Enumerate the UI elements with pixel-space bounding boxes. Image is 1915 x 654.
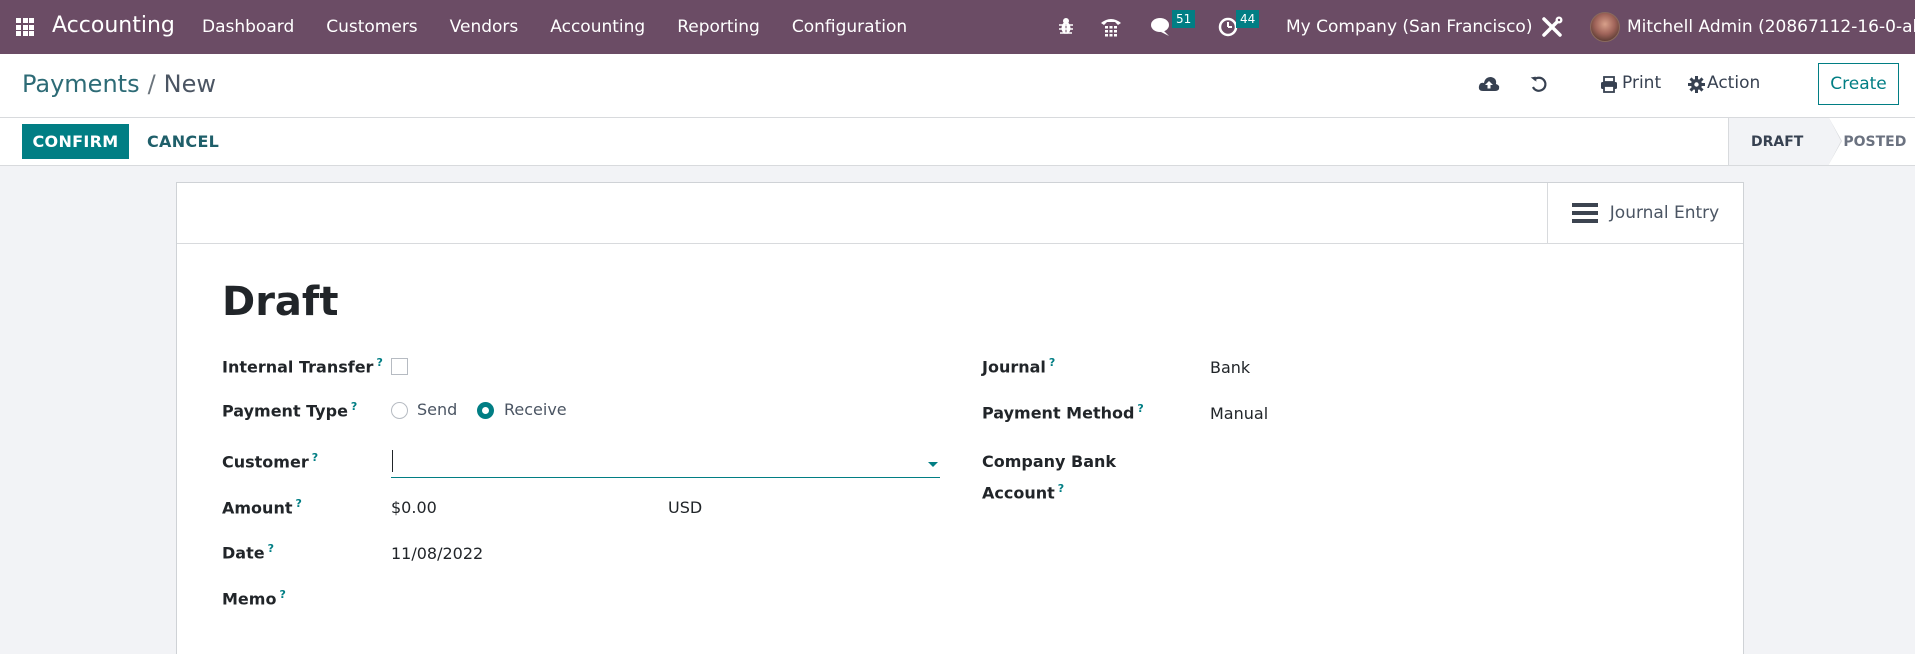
menu-accounting[interactable]: Accounting [550, 17, 645, 37]
action-button[interactable]: Action [1707, 73, 1760, 93]
confirm-button[interactable]: CONFIRM [22, 124, 129, 159]
top-navbar: Accounting Dashboard Customers Vendors A… [0, 0, 1915, 54]
control-panel-divider [0, 117, 1915, 118]
help-icon[interactable]: ? [1058, 482, 1064, 495]
help-icon[interactable]: ? [376, 356, 382, 369]
payment-type-send-radio[interactable] [391, 402, 408, 419]
breadcrumb-current: New [163, 70, 217, 98]
user-menu[interactable]: Mitchell Admin (20867112-16-0-all) [1627, 17, 1915, 37]
activities-badge: 44 [1236, 10, 1260, 28]
menu-configuration[interactable]: Configuration [792, 17, 907, 37]
customer-input[interactable] [391, 448, 940, 478]
create-button[interactable]: Create [1818, 63, 1899, 105]
bug-icon[interactable] [1058, 17, 1074, 35]
help-icon[interactable]: ? [351, 400, 357, 413]
gear-icon[interactable] [1688, 76, 1705, 93]
help-icon[interactable]: ? [1049, 356, 1055, 369]
date-field[interactable]: 11/08/2022 [391, 544, 483, 563]
menu-vendors[interactable]: Vendors [450, 17, 519, 37]
user-avatar[interactable] [1590, 12, 1620, 42]
undo-icon[interactable] [1530, 75, 1548, 93]
chevron-down-icon[interactable] [928, 462, 938, 467]
help-icon[interactable]: ? [295, 497, 301, 510]
company-switcher[interactable]: My Company (San Francisco) [1286, 17, 1532, 37]
help-icon[interactable]: ? [1137, 402, 1143, 415]
app-name[interactable]: Accounting [52, 13, 175, 38]
payment-method-field[interactable]: Manual [1210, 404, 1268, 423]
amount-label: Amount? [222, 497, 302, 518]
status-draft[interactable]: DRAFT [1728, 118, 1843, 165]
print-icon[interactable] [1600, 76, 1618, 93]
internal-transfer-label: Internal Transfer? [222, 356, 383, 377]
status-posted-label: POSTED [1843, 133, 1907, 150]
messages-badge: 51 [1172, 10, 1196, 28]
customer-label: Customer? [222, 451, 319, 472]
payment-type-receive-radio[interactable] [477, 402, 494, 419]
chat-icon[interactable] [1150, 17, 1172, 37]
menu-dashboard[interactable]: Dashboard [202, 17, 294, 37]
currency-field[interactable]: USD [668, 498, 702, 517]
bars-icon [1571, 203, 1598, 223]
help-icon[interactable]: ? [279, 588, 285, 601]
help-icon[interactable]: ? [268, 542, 274, 555]
payment-type-receive-label[interactable]: Receive [504, 400, 567, 419]
payment-method-label: Payment Method? [982, 402, 1144, 423]
payment-type-send-label[interactable]: Send [417, 400, 457, 419]
help-icon[interactable]: ? [312, 451, 318, 464]
journal-entry-label: Journal Entry [1609, 203, 1720, 223]
menu-reporting[interactable]: Reporting [677, 17, 760, 37]
amount-field[interactable]: $0.00 [391, 498, 437, 517]
payment-type-label: Payment Type? [222, 400, 358, 421]
internal-transfer-checkbox[interactable] [391, 358, 408, 375]
apps-grid-icon[interactable] [16, 18, 34, 36]
phone-icon[interactable] [1100, 15, 1122, 37]
main-menu: Dashboard Customers Vendors Accounting R… [202, 17, 939, 37]
print-button[interactable]: Print [1622, 73, 1661, 93]
clock-icon[interactable] [1218, 17, 1238, 37]
company-bank-account-label: Company Bank Account? [982, 452, 1117, 503]
journal-label: Journal? [982, 356, 1056, 377]
memo-label: Memo? [222, 588, 286, 609]
cancel-button[interactable]: CANCEL [147, 124, 219, 159]
text-cursor [392, 450, 393, 472]
smart-button-box: Journal Entry [177, 183, 1743, 244]
menu-customers[interactable]: Customers [326, 17, 417, 37]
breadcrumb: Payments / New [22, 70, 216, 98]
cloud-upload-icon[interactable] [1478, 76, 1500, 92]
status-bar: DRAFT POSTED [1728, 118, 1915, 165]
breadcrumb-separator: / [147, 70, 156, 98]
record-title: Draft [222, 279, 339, 325]
journal-entry-button[interactable]: Journal Entry [1547, 183, 1743, 243]
tools-icon[interactable] [1540, 15, 1564, 39]
status-draft-label: DRAFT [1751, 133, 1804, 150]
date-label: Date? [222, 542, 274, 563]
breadcrumb-payments[interactable]: Payments [22, 70, 140, 98]
control-panel: Payments / New Print Action Create CONFIRM… [0, 54, 1915, 166]
form-sheet: Journal Entry Draft Internal Transfer? P… [176, 182, 1744, 654]
journal-field[interactable]: Bank [1210, 358, 1250, 377]
